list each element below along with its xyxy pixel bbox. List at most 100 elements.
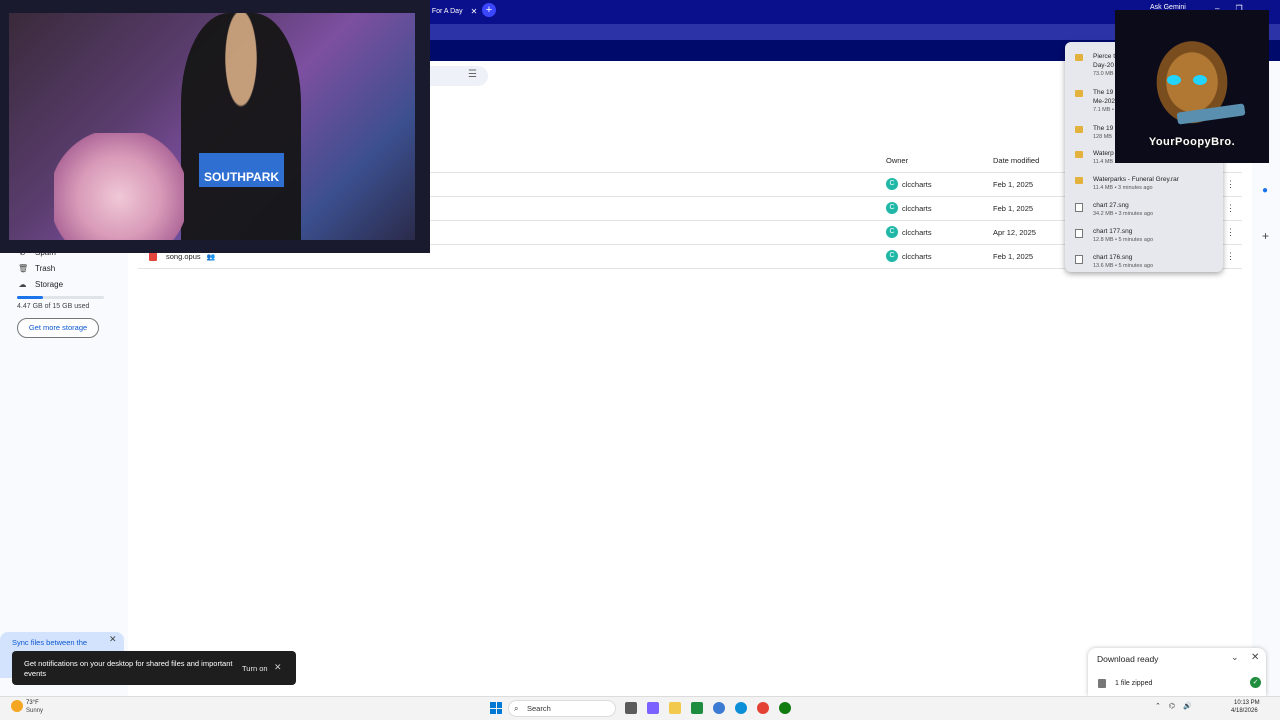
- close-icon[interactable]: ✕: [109, 634, 117, 645]
- weather-sun-icon[interactable]: [11, 700, 23, 712]
- row-date: Feb 1, 2025: [993, 252, 1034, 261]
- taskbar-search[interactable]: ⌕ Search: [508, 700, 616, 717]
- turn-on-button[interactable]: Turn on: [242, 664, 268, 673]
- storage-text: 4.47 GB of 15 GB used: [17, 303, 90, 310]
- check-circle-icon: ✓: [1250, 677, 1261, 688]
- file-name: song.opus: [166, 252, 201, 261]
- file-icon: [1075, 229, 1083, 238]
- column-header-owner[interactable]: Owner: [886, 156, 908, 165]
- close-icon[interactable]: ✕: [1251, 652, 1259, 663]
- weather-condition[interactable]: Sunny: [26, 708, 43, 714]
- store-icon[interactable]: [691, 702, 703, 714]
- folder-icon: [1075, 54, 1083, 61]
- storage-meter: [17, 296, 104, 299]
- stream-logo: YourPoopyBro.: [1115, 10, 1269, 163]
- zip-file-icon: [1098, 679, 1106, 688]
- chrome-icon[interactable]: [757, 702, 769, 714]
- more-actions-icon[interactable]: ⋮: [1226, 227, 1235, 238]
- row-owner: C clccharts: [886, 178, 932, 190]
- contacts-icon[interactable]: ●: [1262, 185, 1268, 196]
- folder-icon: [1075, 126, 1083, 133]
- row-date: Feb 1, 2025: [993, 204, 1034, 213]
- download-name: chart 27.sng: [1093, 202, 1129, 209]
- download-item[interactable]: chart 176.sng 13.6 MB • 5 minutes ago: [1075, 253, 1218, 270]
- webcam-video: SOUTHPARK: [9, 13, 415, 240]
- network-icon[interactable]: ⌬: [1169, 702, 1175, 710]
- more-actions-icon[interactable]: ⋮: [1226, 203, 1235, 214]
- sidebar-item-storage[interactable]: ☁ Storage: [18, 277, 64, 291]
- file-icon: [1075, 255, 1083, 264]
- notification-toast: Get notifications on your desktop for sh…: [12, 651, 296, 685]
- download-item[interactable]: Waterparks - Funeral Grey.rar 11.4 MB • …: [1075, 175, 1218, 192]
- trash-icon: 🗑: [18, 263, 29, 273]
- row-file-name: song.opus 👥: [166, 252, 215, 261]
- folder-icon: [1075, 151, 1083, 158]
- taskbar-search-label: Search: [527, 704, 551, 713]
- notification-text: Get notifications on your desktop for sh…: [24, 659, 233, 678]
- more-actions-icon[interactable]: ⋮: [1226, 251, 1235, 262]
- copilot-icon[interactable]: [647, 702, 659, 714]
- owner-avatar: C: [886, 226, 898, 238]
- foreground-figure: [54, 133, 184, 240]
- logo-text: YourPoopyBro.: [1148, 136, 1236, 148]
- download-meta: 13.6 MB • 5 minutes ago: [1093, 263, 1154, 269]
- download-name: Waterparks - Funeral Grey.rar: [1093, 176, 1179, 183]
- chevron-down-icon[interactable]: ⌄: [1231, 652, 1239, 663]
- mascot-eye: [1167, 75, 1181, 85]
- download-meta: 34.2 MB • 3 minutes ago: [1093, 211, 1154, 217]
- sidebar-item-label: Trash: [35, 263, 56, 273]
- download-meta: 12.8 MB • 5 minutes ago: [1093, 237, 1154, 243]
- cloud-icon: ☁: [18, 279, 27, 289]
- volume-icon[interactable]: 🔊: [1183, 702, 1192, 710]
- sync-promo-text: Sync files between the: [12, 638, 88, 647]
- clock-date[interactable]: 4/18/2026: [1231, 708, 1258, 714]
- close-icon[interactable]: ✕: [274, 662, 282, 673]
- mascot-eye: [1193, 75, 1207, 85]
- app-icon[interactable]: [713, 702, 725, 714]
- download-item[interactable]: chart 27.sng 34.2 MB • 3 minutes ago: [1075, 201, 1218, 218]
- shared-icon: 👥: [206, 253, 216, 261]
- weather-temp[interactable]: 73°F: [26, 700, 39, 706]
- owner-avatar: C: [886, 202, 898, 214]
- drive-search-input[interactable]: [420, 66, 488, 86]
- column-header-date[interactable]: Date modified: [993, 156, 1039, 165]
- download-ready-subtitle: 1 file zipped: [1115, 680, 1153, 687]
- download-ready-title: Download ready: [1097, 654, 1159, 664]
- webcam-overlay: SOUTHPARK: [0, 0, 430, 253]
- download-name: chart 177.sng: [1093, 228, 1133, 235]
- tab-close-icon[interactable]: ✕: [471, 3, 478, 21]
- owner-name: clccharts: [902, 179, 932, 189]
- download-name: chart 176.sng: [1093, 254, 1133, 261]
- task-view-icon[interactable]: [625, 702, 637, 714]
- row-owner: C clccharts: [886, 202, 932, 214]
- edge-icon[interactable]: [735, 702, 747, 714]
- search-icon: ⌕: [514, 704, 519, 713]
- get-more-storage-button[interactable]: Get more storage: [17, 318, 99, 338]
- folder-icon: [1075, 90, 1083, 97]
- storage-meter-fill: [17, 296, 43, 299]
- file-explorer-icon[interactable]: [669, 702, 681, 714]
- xbox-icon[interactable]: [779, 702, 791, 714]
- owner-avatar: C: [886, 250, 898, 262]
- row-owner: C clccharts: [886, 226, 932, 238]
- file-icon: [1075, 203, 1083, 212]
- chevron-up-icon[interactable]: ⌃: [1155, 702, 1161, 710]
- start-button[interactable]: [490, 702, 502, 714]
- owner-avatar: C: [886, 178, 898, 190]
- sidebar-item-label: Storage: [35, 279, 64, 289]
- add-addon-icon[interactable]: +: [1262, 229, 1269, 243]
- search-options-icon[interactable]: ☰: [468, 69, 477, 80]
- new-tab-button[interactable]: +: [482, 3, 496, 17]
- tab-title: g For A Day: [426, 8, 463, 15]
- system-tray[interactable]: ⌃ ⌬ 🔊: [1155, 702, 1192, 710]
- streamer-figure: [181, 13, 301, 240]
- taskbar: [0, 696, 1280, 720]
- shirt-graphic: SOUTHPARK: [199, 153, 284, 187]
- row-owner: C clccharts: [886, 250, 932, 262]
- clock-time[interactable]: 10:13 PM: [1234, 700, 1260, 706]
- owner-name: clccharts: [902, 203, 932, 213]
- sidebar-item-trash[interactable]: 🗑 Trash: [18, 261, 55, 275]
- download-ready-panel: Download ready ⌄ ✕ 1 file zipped ✓: [1088, 648, 1266, 696]
- more-actions-icon[interactable]: ⋮: [1226, 179, 1235, 190]
- download-item[interactable]: chart 177.sng 12.8 MB • 5 minutes ago: [1075, 227, 1218, 244]
